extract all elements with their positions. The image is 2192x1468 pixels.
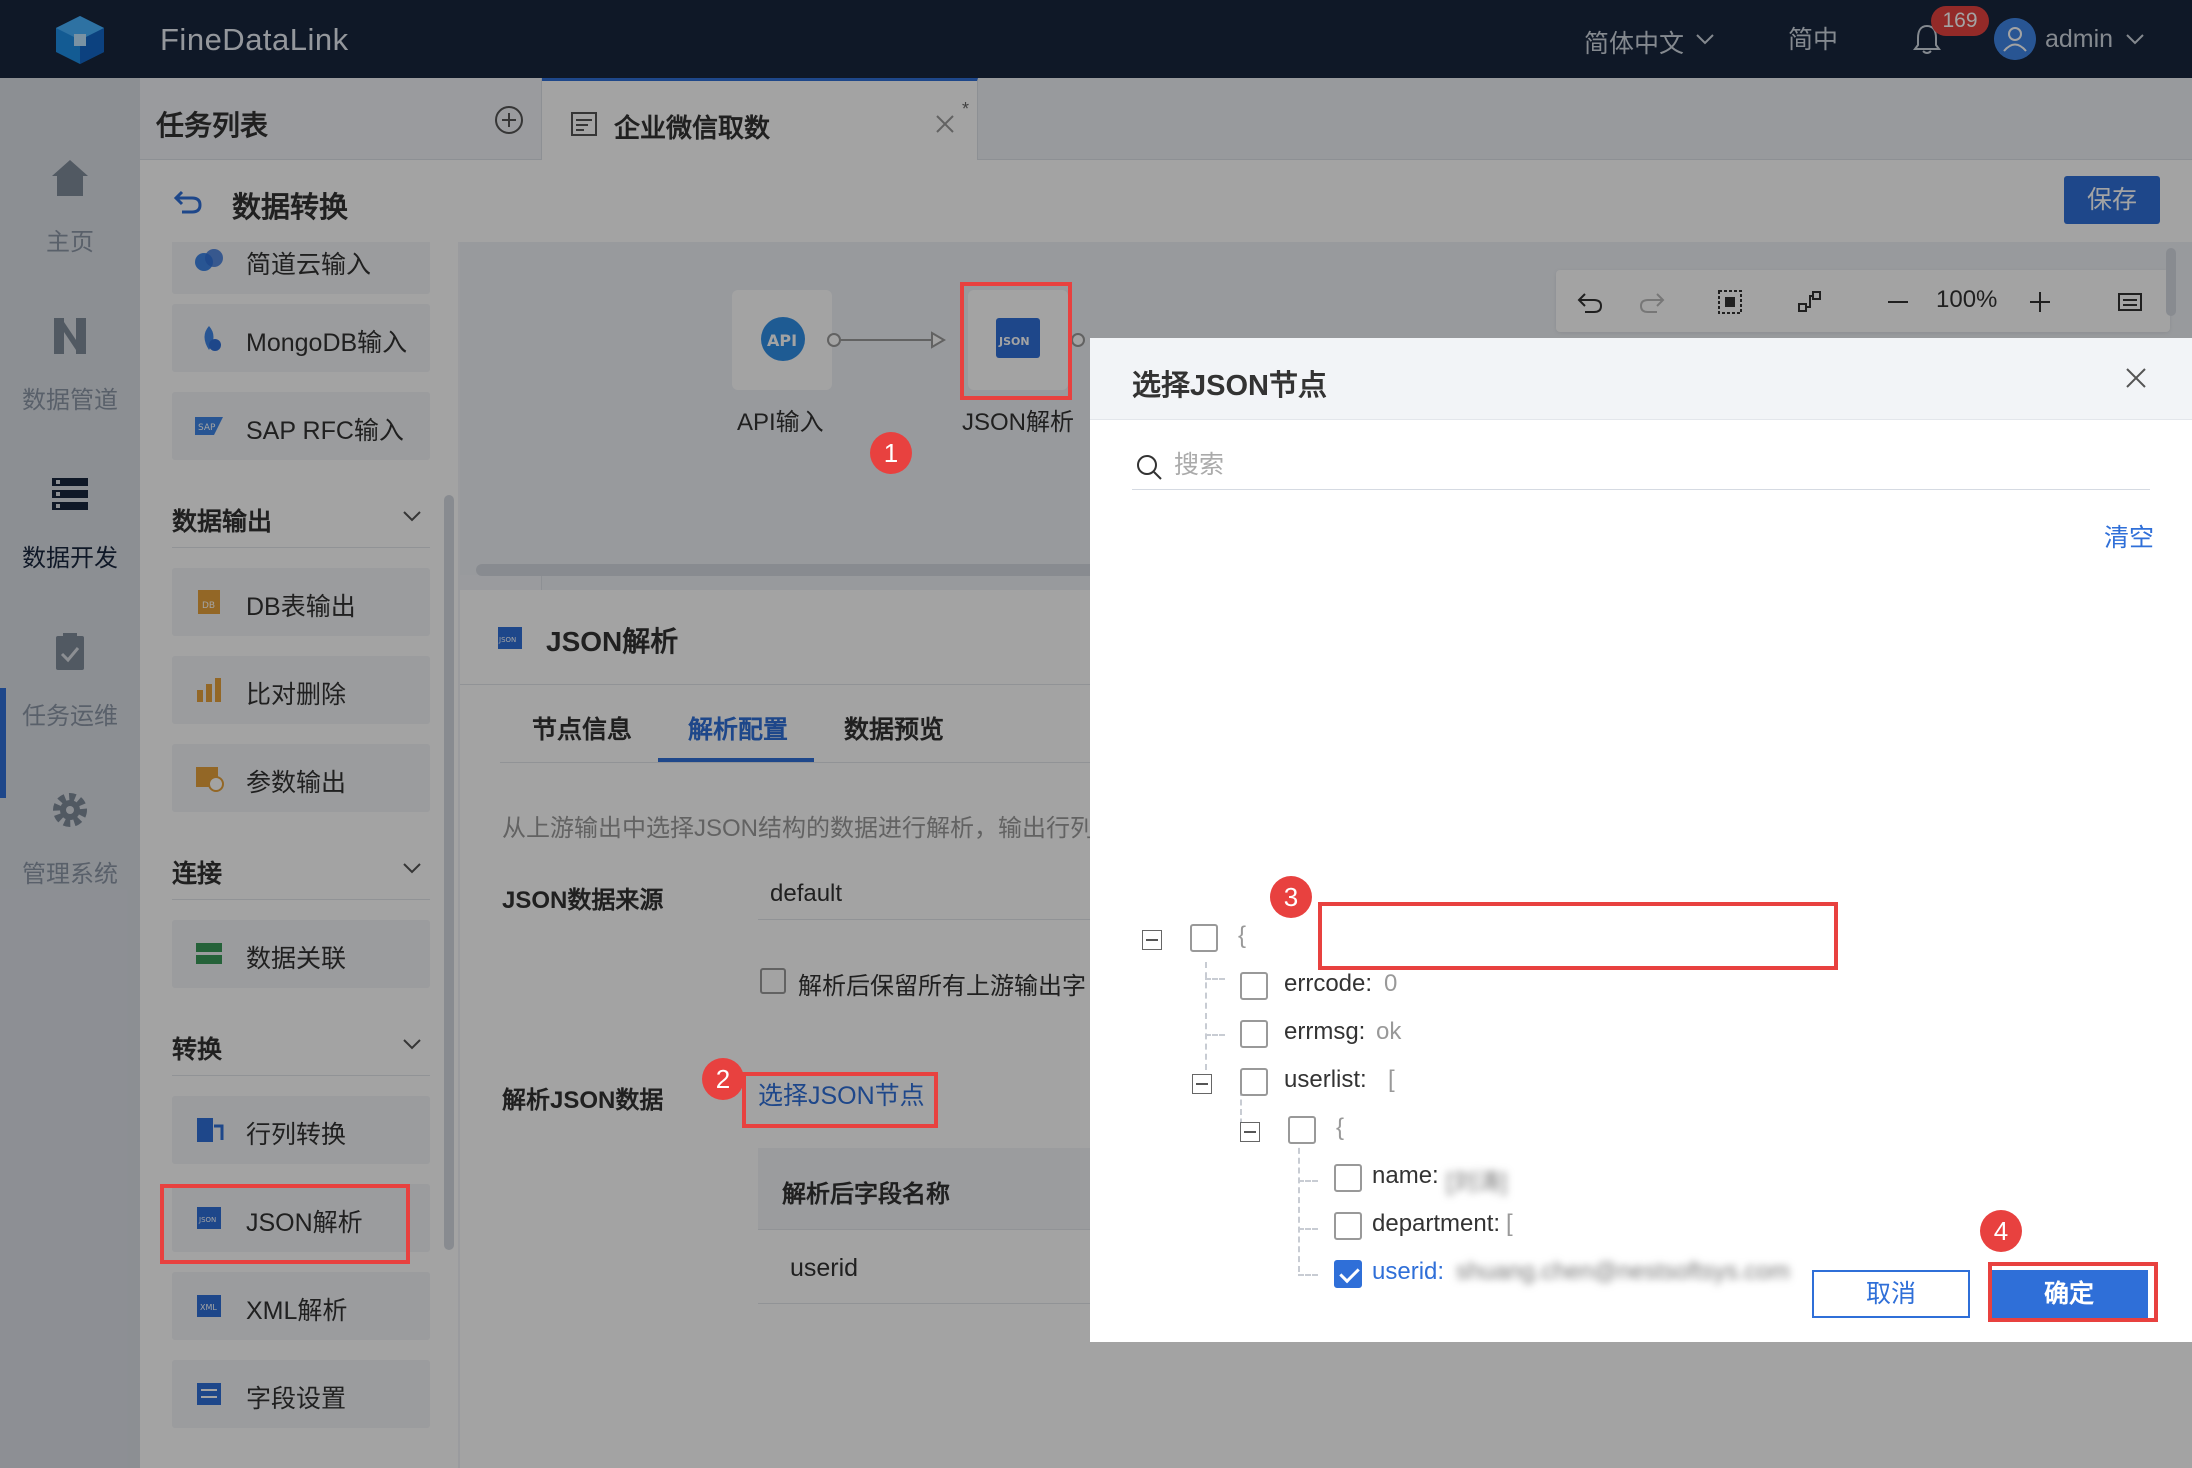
tree-node-object[interactable]: { (1240, 1112, 1540, 1148)
search-field (1132, 442, 2150, 490)
annotation-box (1318, 902, 1838, 970)
tree-line (1298, 1180, 1318, 1182)
annotation-marker: 1 (870, 432, 912, 474)
annotation-marker: 4 (1980, 1210, 2022, 1252)
collapse-icon[interactable] (1192, 1074, 1212, 1094)
tree-checkbox[interactable] (1288, 1116, 1316, 1144)
annotation-marker: 3 (1270, 876, 1312, 918)
close-icon[interactable] (2124, 366, 2148, 390)
annotation-box (160, 1184, 410, 1264)
tree-node-errmsg[interactable]: errmsg: ok (1240, 1016, 1640, 1052)
annotation-box (742, 1072, 938, 1128)
tree-checkbox[interactable] (1334, 1164, 1362, 1192)
tree-node-userid[interactable]: userid: shuang.chen@nestsoftsys.com (1334, 1256, 1834, 1292)
annotation-box (960, 282, 1072, 400)
tree-checkbox[interactable] (1240, 972, 1268, 1000)
tree-line (1298, 1138, 1300, 1272)
tree-line (1298, 1274, 1318, 1276)
tree-node-errcode[interactable]: errcode: 0 (1240, 968, 1640, 1004)
tree-line (1205, 1034, 1225, 1036)
tree-node-name[interactable]: name: [刘涛] (1334, 1160, 1734, 1196)
search-icon (1137, 455, 1162, 480)
search-input[interactable] (1174, 448, 2074, 482)
collapse-icon[interactable] (1142, 930, 1162, 950)
tree-node-department[interactable]: department: [ (1334, 1208, 1734, 1244)
tree-line (1298, 1228, 1318, 1230)
annotation-box (1988, 1262, 2158, 1322)
select-json-node-dialog: 选择JSON节点 清空 { errcode: 0 errmsg: ok user… (1090, 338, 2192, 1342)
tree-node-userlist[interactable]: userlist: [ (1192, 1064, 1592, 1100)
tree-checkbox[interactable] (1240, 1068, 1268, 1096)
tree-checkbox[interactable] (1334, 1212, 1362, 1240)
tree-checkbox[interactable] (1240, 1020, 1268, 1048)
clear-button[interactable]: 清空 (2104, 518, 2154, 554)
tree-line (1205, 978, 1225, 980)
dialog-title: 选择JSON节点 (1132, 370, 1327, 402)
cancel-button[interactable]: 取消 (1812, 1270, 1970, 1318)
tree-checkbox[interactable] (1190, 924, 1218, 952)
tree-node-root[interactable]: { (1142, 920, 1342, 956)
annotation-marker: 2 (702, 1058, 744, 1100)
tree-checkbox-checked[interactable] (1334, 1260, 1362, 1288)
collapse-icon[interactable] (1240, 1122, 1260, 1142)
dialog-header: 选择JSON节点 (1090, 338, 2192, 420)
